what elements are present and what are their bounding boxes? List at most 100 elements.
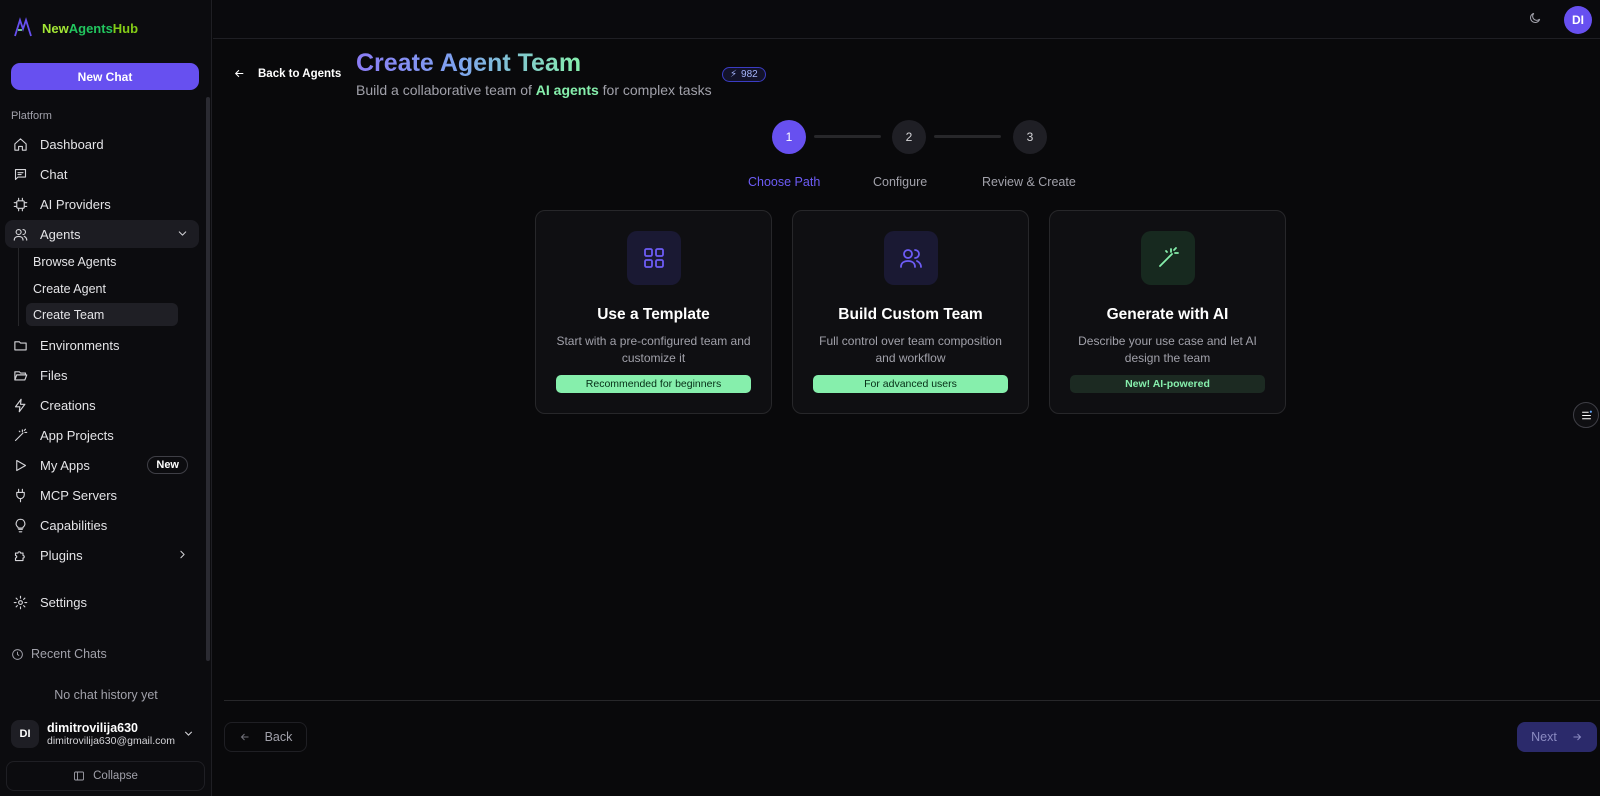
back-to-agents-label: Back to Agents <box>258 67 342 80</box>
step-label-choose-path: Choose Path <box>748 175 821 189</box>
sidebar-item-label: Capabilities <box>40 517 108 533</box>
sidebar-item-creations[interactable]: Creations <box>5 391 199 419</box>
next-label: Next <box>1531 730 1557 744</box>
sidebar-scrollbar[interactable] <box>206 97 210 661</box>
brand-part-agents: Agents <box>68 20 113 36</box>
sidebar-item-label: Chat <box>40 166 68 182</box>
sidebar-item-label: MCP Servers <box>40 487 118 503</box>
folder-open-icon <box>14 370 28 380</box>
users-icon <box>13 228 28 241</box>
collapse-label: Collapse <box>93 770 138 782</box>
arrow-left-icon <box>240 733 249 741</box>
sidebar-item-ai-providers[interactable]: AI Providers <box>5 190 199 218</box>
step-1[interactable]: 1 <box>772 120 806 154</box>
card-description: Describe your use case and let AI design… <box>1078 334 1257 365</box>
bolt-icon <box>14 398 26 412</box>
sidebar-toggle-icon <box>74 771 85 781</box>
card-title: Build Custom Team <box>838 306 983 323</box>
sidebar-item-dashboard[interactable]: Dashboard <box>5 130 199 158</box>
grid-icon <box>644 248 664 268</box>
no-history-text: No chat history yet <box>54 688 158 702</box>
submenu-line <box>18 248 19 326</box>
card-tag: For advanced users <box>813 375 1008 393</box>
new-chat-button[interactable]: New Chat <box>11 63 199 90</box>
sidebar-item-mcp-servers[interactable]: MCP Servers <box>5 481 199 509</box>
card-tag: New! AI-powered <box>1070 375 1265 393</box>
step-connector-2 <box>934 135 1001 138</box>
back-button[interactable]: Back <box>224 722 307 752</box>
plug-icon <box>16 488 25 502</box>
sidebar-subitem-browse-agents[interactable]: Browse Agents <box>26 250 178 273</box>
user-menu[interactable]: DI dimitrovilija630 dimitrovilija630@gma… <box>11 718 199 750</box>
wand-icon <box>1159 247 1179 267</box>
sidebar-item-settings[interactable]: Settings <box>5 588 199 616</box>
subtitle-text: Build a collaborative team of <box>356 82 536 98</box>
credits-badge: ⚡ 982 <box>722 67 766 82</box>
top-bar: DI <box>213 0 1600 39</box>
sidebar-item-label: Environments <box>40 337 120 353</box>
sidebar-item-agents[interactable]: Agents <box>5 220 199 248</box>
section-label-platform: Platform <box>11 110 52 122</box>
sidebar-item-capabilities[interactable]: Capabilities <box>5 511 199 539</box>
avatar: DI <box>11 720 39 748</box>
avatar[interactable]: DI <box>1564 6 1592 34</box>
sidebar-item-environments[interactable]: Environments <box>5 331 199 359</box>
collapse-button[interactable]: Collapse <box>6 761 205 791</box>
sidebar-item-label: Agents <box>40 226 81 242</box>
moon-icon <box>1530 12 1541 23</box>
step-2[interactable]: 2 <box>892 120 926 154</box>
chevron-right-icon <box>180 550 185 559</box>
sidebar-subitem-create-agent[interactable]: Create Agent <box>26 277 178 300</box>
clock-icon <box>12 648 23 660</box>
new-badge: New <box>147 456 188 474</box>
chevron-down-icon <box>178 231 187 236</box>
card-title: Generate with AI <box>1106 306 1229 323</box>
bulb-icon <box>15 518 26 532</box>
page-title: Create Agent Team <box>356 49 582 77</box>
puzzle-icon <box>14 550 25 561</box>
sidebar: NewAgentsHub New Chat Platform Dashboard… <box>0 0 212 796</box>
subtitle-text-end: for complex tasks <box>598 82 712 98</box>
bolt-icon: ⚡ <box>730 69 738 80</box>
step-label-configure: Configure <box>873 175 928 189</box>
sidebar-item-my-apps[interactable]: My Apps New <box>5 451 199 479</box>
logo-icon <box>14 17 32 37</box>
option-card-custom-team[interactable]: Build Custom Team Full control over team… <box>792 210 1029 414</box>
users-icon <box>900 249 922 268</box>
user-email: dimitrovilija630@gmail.com <box>47 735 175 747</box>
sidebar-item-label: Dashboard <box>40 136 104 152</box>
user-name: dimitrovilija630 <box>47 721 139 735</box>
option-card-template[interactable]: Use a Template Start with a pre-configur… <box>535 210 772 414</box>
chevron-down-icon <box>184 731 193 736</box>
page-subtitle: Build a collaborative team of AI agents … <box>356 82 712 98</box>
option-card-generate-ai[interactable]: Generate with AI Describe your use case … <box>1049 210 1286 414</box>
back-label: Back <box>264 730 293 744</box>
recent-chats-header: Recent Chats <box>11 647 107 661</box>
card-description: Start with a pre-configured team and cus… <box>556 334 751 365</box>
home-icon <box>14 137 27 151</box>
sidebar-item-plugins[interactable]: Plugins <box>5 541 199 569</box>
subtitle-highlight: AI agents <box>535 82 599 98</box>
step-connector-1 <box>814 135 881 138</box>
card-title: Use a Template <box>597 306 710 323</box>
brand-part-hub: Hub <box>112 20 139 36</box>
side-panel-toggle[interactable] <box>1573 402 1599 428</box>
gear-icon <box>13 595 28 609</box>
sidebar-item-label: Files <box>40 367 68 383</box>
theme-toggle[interactable] <box>1528 11 1544 27</box>
sidebar-item-app-projects[interactable]: App Projects <box>5 421 199 449</box>
arrow-left-icon <box>234 69 244 78</box>
back-to-agents-link[interactable]: Back to Agents <box>233 67 341 80</box>
sidebar-item-label: Settings <box>40 594 87 610</box>
wand-icon <box>14 428 28 441</box>
next-button[interactable]: Next <box>1517 722 1597 752</box>
brand[interactable]: NewAgentsHub <box>14 17 138 39</box>
sidebar-item-files[interactable]: Files <box>5 361 199 389</box>
step-3[interactable]: 3 <box>1013 120 1047 154</box>
sidebar-item-chat[interactable]: Chat <box>5 160 199 188</box>
sidebar-item-label: My Apps <box>40 457 90 473</box>
footer-divider <box>224 700 1600 701</box>
step-label-review-create: Review & Create <box>982 175 1076 189</box>
sidebar-subitem-create-team[interactable]: Create Team <box>26 303 178 326</box>
sidebar-item-label: Creations <box>40 397 96 413</box>
